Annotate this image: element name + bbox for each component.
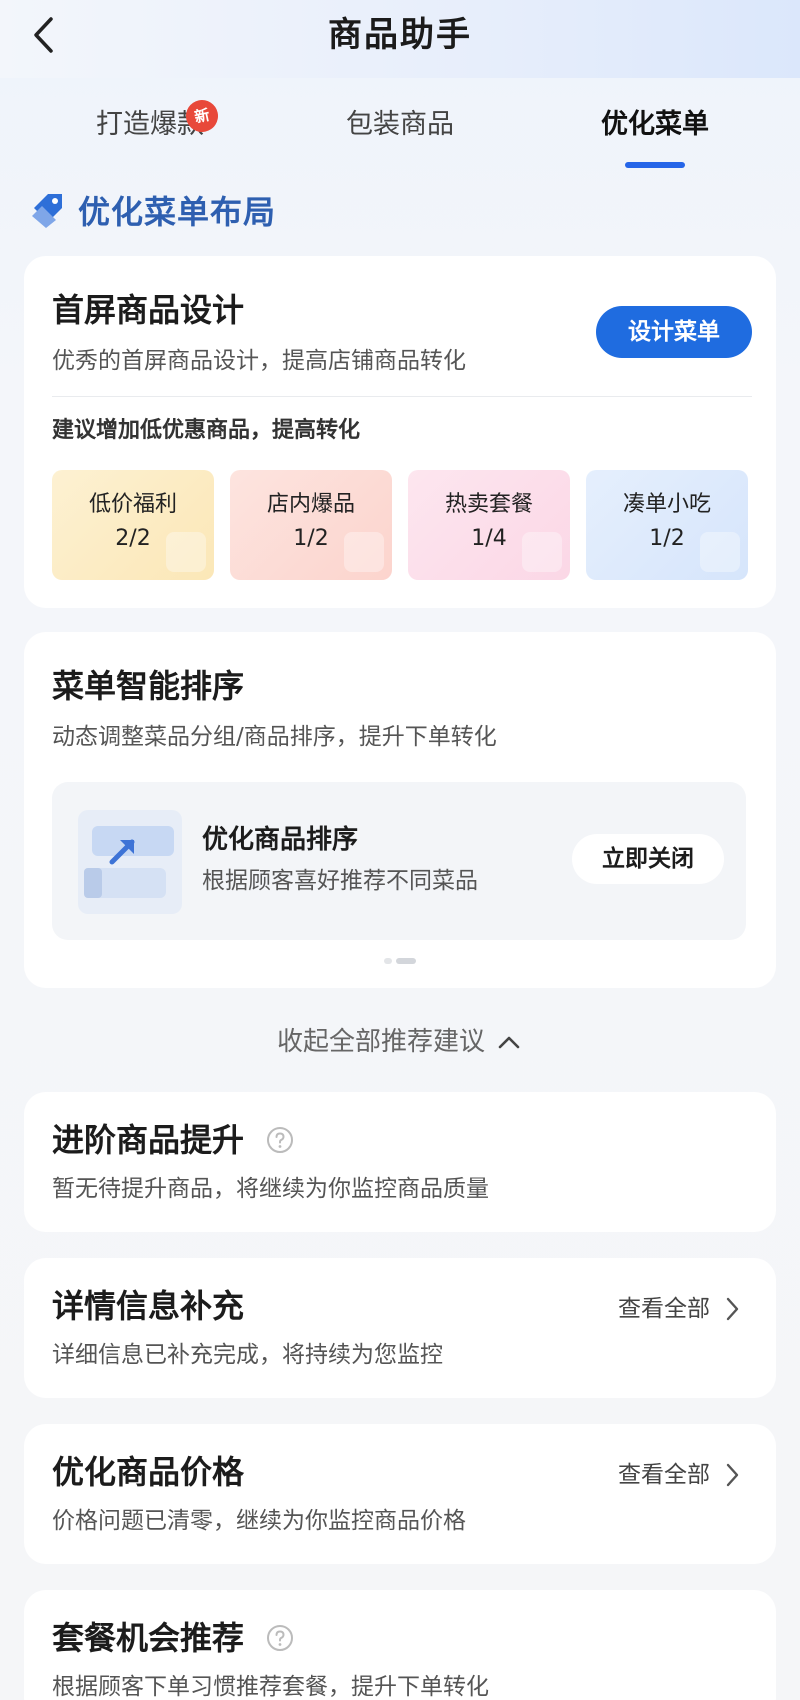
tile-decoration: [344, 532, 384, 572]
details-supplement-card: 详情信息补充 查看全部 详细信息已补充完成，将持续为您监控: [24, 1258, 776, 1398]
tile-decoration: [700, 532, 740, 572]
active-tab-indicator: [625, 162, 685, 168]
header-bar: 商品助手: [0, 0, 800, 78]
tab-optimize-menu[interactable]: 优化菜单: [575, 100, 735, 150]
tile-snacks[interactable]: 凑单小吃 1/2: [586, 470, 748, 580]
chevron-up-icon: [498, 1036, 520, 1049]
optimize-price-card: 优化商品价格 查看全部 价格问题已清零，继续为你监控商品价格: [24, 1424, 776, 1564]
tile-name: 店内爆品: [266, 492, 355, 517]
view-all-link[interactable]: 查看全部: [618, 1458, 742, 1492]
suggestion-text: 建议增加低优惠商品，提高转化: [52, 418, 361, 443]
card-title: 首屏商品设计: [52, 291, 245, 329]
sort-suggestion-box: 优化商品排序 根据顾客喜好推荐不同菜品 立即关闭: [52, 782, 746, 940]
section-title: 优化菜单布局: [78, 193, 277, 231]
first-screen-card: 首屏商品设计 优秀的首屏商品设计，提高店铺商品转化 设计菜单 建议增加低优惠商品…: [24, 256, 776, 608]
divider: [52, 396, 752, 397]
tile-name: 低价福利: [88, 492, 177, 517]
page-title: 商品助手: [328, 15, 472, 55]
chevron-right-icon: [726, 1463, 739, 1487]
card-title: 菜单智能排序: [52, 667, 245, 705]
card-title: 优化商品价格: [52, 1453, 245, 1491]
view-all-label: 查看全部: [618, 1462, 710, 1488]
card-desc: 价格问题已清零，继续为你监控商品价格: [52, 1508, 466, 1534]
advanced-improve-card: 进阶商品提升 暂无待提升商品，将继续为你监控商品质量: [24, 1092, 776, 1232]
tag-icon: [32, 194, 62, 228]
help-icon[interactable]: [266, 1624, 294, 1652]
card-title: 套餐机会推荐: [52, 1619, 245, 1657]
view-all-link[interactable]: 查看全部: [618, 1292, 742, 1326]
card-title: 详情信息补充: [52, 1287, 245, 1325]
view-all-label: 查看全部: [618, 1296, 710, 1322]
tile-decoration: [522, 532, 562, 572]
card-desc: 详细信息已补充完成，将持续为您监控: [52, 1342, 443, 1368]
tile-hot-combo[interactable]: 热卖套餐 1/4: [408, 470, 570, 580]
card-title: 进阶商品提升: [52, 1121, 245, 1159]
combo-recommend-card: 套餐机会推荐 根据顾客下单习惯推荐套餐，提升下单转化: [24, 1590, 776, 1700]
carousel-dot: [384, 958, 392, 964]
card-desc: 优秀的首屏商品设计，提高店铺商品转化: [52, 348, 466, 374]
help-icon[interactable]: [266, 1126, 294, 1154]
category-tiles: 低价福利 2/2 店内爆品 1/2 热卖套餐 1/4 凑单小吃 1/2: [52, 470, 752, 582]
tile-hot-items[interactable]: 店内爆品 1/2: [230, 470, 392, 580]
carousel-dot-active: [396, 958, 416, 964]
sort-item-desc: 根据顾客喜好推荐不同菜品: [202, 868, 478, 894]
design-menu-button[interactable]: 设计菜单: [596, 306, 752, 358]
sort-item-title: 优化商品排序: [202, 825, 359, 855]
collapse-suggestions-button[interactable]: 收起全部推荐建议: [0, 1020, 800, 1064]
collapse-label: 收起全部推荐建议: [276, 1027, 485, 1057]
close-now-button[interactable]: 立即关闭: [572, 834, 724, 884]
carousel-indicator: [374, 956, 434, 966]
card-desc: 暂无待提升商品，将继续为你监控商品质量: [52, 1176, 489, 1202]
tab-bar: 打造爆款 包装商品 优化菜单: [0, 100, 800, 170]
chevron-right-icon: [726, 1297, 739, 1321]
tile-name: 凑单小吃: [622, 492, 711, 517]
card-desc: 动态调整菜品分组/商品排序，提升下单转化: [52, 724, 497, 750]
card-desc: 根据顾客下单习惯推荐套餐，提升下单转化: [52, 1674, 489, 1700]
smart-sort-card: 菜单智能排序 动态调整菜品分组/商品排序，提升下单转化 优化商品排序 根据顾客喜…: [24, 632, 776, 988]
tab-package-items[interactable]: 包装商品: [320, 100, 480, 150]
tile-decoration: [166, 532, 206, 572]
tile-name: 热卖套餐: [444, 492, 533, 517]
tile-low-price[interactable]: 低价福利 2/2: [52, 470, 214, 580]
section-header: 优化菜单布局: [28, 182, 276, 238]
sort-illustration-icon: [78, 810, 182, 914]
